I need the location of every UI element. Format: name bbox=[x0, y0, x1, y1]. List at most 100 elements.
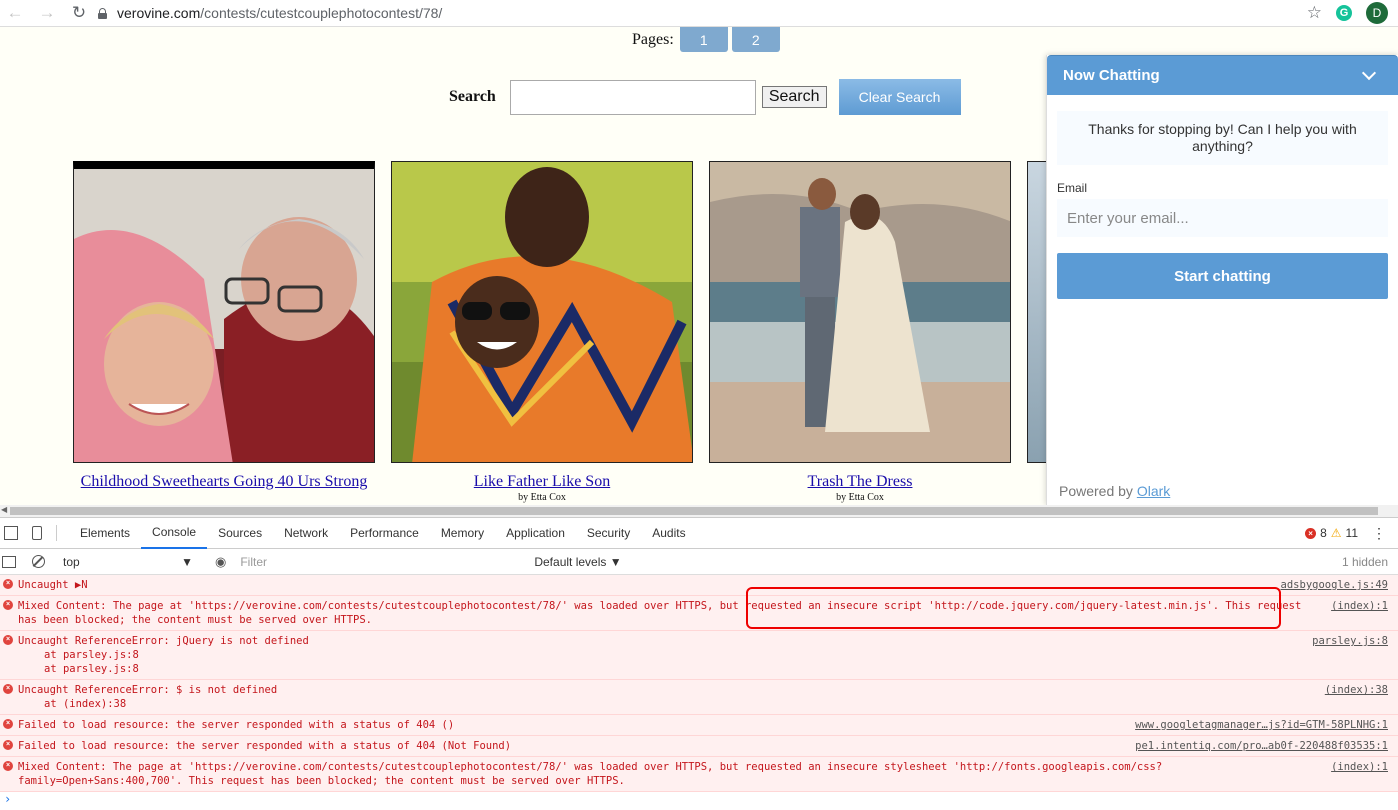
clear-console-icon[interactable] bbox=[32, 555, 45, 568]
tab-audits[interactable]: Audits bbox=[641, 518, 696, 549]
scrollbar-thumb[interactable] bbox=[10, 507, 1378, 515]
message-source-link[interactable]: (index):1 bbox=[1331, 599, 1388, 613]
photo-caption[interactable]: Childhood Sweethearts Going 40 Urs Stron… bbox=[73, 471, 375, 492]
bookmark-star-icon[interactable]: ☆ bbox=[1307, 3, 1322, 23]
photo-image[interactable] bbox=[73, 161, 375, 463]
context-selector[interactable]: top ▼ bbox=[63, 555, 193, 569]
photo-image[interactable] bbox=[709, 161, 1011, 463]
log-levels-dropdown[interactable]: Default levels ▼ bbox=[534, 555, 621, 569]
error-icon: × bbox=[3, 761, 13, 771]
error-icon: × bbox=[3, 740, 13, 750]
grammarly-extension-icon[interactable]: G bbox=[1336, 5, 1352, 21]
message-text: Mixed Content: The page at 'https://vero… bbox=[18, 600, 1302, 626]
devtools-panel: Elements Console Sources Network Perform… bbox=[0, 517, 1398, 806]
chevron-down-icon[interactable] bbox=[1361, 65, 1377, 80]
hidden-count: 1 hidden bbox=[1341, 554, 1388, 569]
sidebar-toggle-icon[interactable] bbox=[2, 555, 16, 568]
back-arrow-icon[interactable]: ← bbox=[4, 2, 26, 24]
tab-security[interactable]: Security bbox=[576, 518, 641, 549]
divider bbox=[56, 525, 57, 541]
device-toolbar-icon[interactable] bbox=[32, 526, 42, 540]
photo-card-partial bbox=[1027, 161, 1047, 463]
tab-application[interactable]: Application bbox=[495, 518, 576, 549]
console-message[interactable]: × Mixed Content: The page at 'https://ve… bbox=[0, 757, 1398, 792]
tab-sources[interactable]: Sources bbox=[207, 518, 273, 549]
search-row: Search Search Clear Search bbox=[449, 79, 961, 115]
message-text: Mixed Content: The page at 'https://vero… bbox=[18, 761, 1163, 787]
photo-byline: by Etta Cox bbox=[836, 492, 884, 503]
stack-frame[interactable]: at (index):38 bbox=[18, 697, 1303, 711]
issue-counts[interactable]: × 8 ⚠ 11 ⋮ bbox=[1305, 525, 1386, 542]
message-source-link[interactable]: (index):1 bbox=[1331, 760, 1388, 774]
stack-frame[interactable]: at parsley.js:8 bbox=[18, 648, 1303, 662]
message-text: Uncaught ▶N bbox=[18, 579, 88, 591]
search-label: Search bbox=[449, 88, 496, 105]
search-input[interactable] bbox=[509, 79, 756, 115]
olark-link[interactable]: Olark bbox=[1137, 483, 1170, 499]
photo-image[interactable] bbox=[391, 161, 693, 463]
warning-icon: ⚠ bbox=[1330, 526, 1342, 540]
tab-memory[interactable]: Memory bbox=[430, 518, 495, 549]
chat-email-input[interactable]: Enter your email... bbox=[1057, 199, 1388, 237]
reload-icon[interactable]: ↻ bbox=[68, 2, 90, 24]
page-button-1[interactable]: 1 bbox=[679, 27, 728, 52]
photo-card: Childhood Sweethearts Going 40 Urs Stron… bbox=[73, 161, 375, 492]
message-text: Uncaught ReferenceError: $ is not define… bbox=[18, 684, 278, 696]
message-source-link[interactable]: adsbygoogle.js:49 bbox=[1281, 578, 1388, 592]
photo-card: Like Father Like Son by Etta Cox bbox=[391, 161, 693, 503]
console-message[interactable]: × Uncaught ReferenceError: $ is not defi… bbox=[0, 680, 1398, 715]
url-host: verovine.com bbox=[117, 5, 201, 21]
console-message[interactable]: × Uncaught ▶N adsbygoogle.js:49 bbox=[0, 575, 1398, 596]
warning-count: 11 bbox=[1345, 526, 1358, 540]
lock-icon bbox=[98, 7, 107, 19]
devtools-tab-bar: Elements Console Sources Network Perform… bbox=[0, 518, 1398, 549]
filter-input[interactable]: Filter bbox=[240, 555, 520, 569]
console-message[interactable]: × Mixed Content: The page at 'https://ve… bbox=[0, 596, 1398, 631]
address-bar[interactable]: verovine.com/contests/cutestcouplephotoc… bbox=[98, 5, 1307, 21]
profile-avatar[interactable]: D bbox=[1366, 2, 1388, 24]
console-message[interactable]: × Failed to load resource: the server re… bbox=[0, 715, 1398, 736]
powered-by-label: Powered by bbox=[1059, 483, 1133, 499]
message-source-link[interactable]: www.googletagmanager…js?id=GTM-58PLNHG:1 bbox=[1135, 718, 1388, 732]
error-icon: × bbox=[3, 600, 13, 610]
tab-elements[interactable]: Elements bbox=[69, 518, 141, 549]
photo-image[interactable] bbox=[1027, 161, 1047, 463]
console-prompt[interactable]: › bbox=[0, 792, 1398, 810]
clear-search-button[interactable]: Clear Search bbox=[838, 79, 961, 115]
message-source-link[interactable]: pe1.intentiq.com/pro…ab0f-220488f03535:1 bbox=[1135, 739, 1388, 753]
more-options-icon[interactable]: ⋮ bbox=[1372, 525, 1386, 542]
console-message[interactable]: × Uncaught ReferenceError: jQuery is not… bbox=[0, 631, 1398, 680]
message-source-link[interactable]: (index):38 bbox=[1325, 683, 1388, 697]
page-button-2[interactable]: 2 bbox=[731, 27, 780, 52]
console-message[interactable]: × Failed to load resource: the server re… bbox=[0, 736, 1398, 757]
search-button[interactable]: Search bbox=[761, 86, 827, 108]
photo-caption[interactable]: Like Father Like Son bbox=[391, 471, 693, 492]
eye-icon[interactable]: ◉ bbox=[215, 554, 226, 570]
pages-label: Pages: bbox=[632, 30, 674, 48]
tab-network[interactable]: Network bbox=[273, 518, 339, 549]
url-path: /contests/cutestcouplephotocontest/78/ bbox=[200, 5, 443, 21]
error-icon: × bbox=[3, 635, 13, 645]
message-source-link[interactable]: parsley.js:8 bbox=[1312, 634, 1388, 648]
forward-arrow-icon[interactable]: → bbox=[36, 2, 58, 24]
chat-powered-by: Powered by Olark bbox=[1059, 483, 1170, 499]
chat-widget: Now Chatting Thanks for stopping by! Can… bbox=[1046, 55, 1398, 505]
inspect-element-icon[interactable] bbox=[4, 526, 18, 540]
message-text: Failed to load resource: the server resp… bbox=[18, 719, 455, 731]
error-icon: × bbox=[3, 579, 13, 589]
horizontal-scrollbar[interactable]: ◀ bbox=[0, 505, 1398, 517]
tab-performance[interactable]: Performance bbox=[339, 518, 430, 549]
error-icon: × bbox=[1305, 527, 1317, 539]
context-value: top bbox=[63, 554, 80, 569]
error-count: 8 bbox=[1320, 526, 1327, 540]
chat-header[interactable]: Now Chatting bbox=[1047, 55, 1398, 95]
tab-console[interactable]: Console bbox=[141, 518, 208, 549]
error-icon: × bbox=[3, 684, 13, 694]
photo-caption[interactable]: Trash The Dress bbox=[709, 471, 1011, 492]
stack-frame[interactable]: at parsley.js:8 bbox=[18, 662, 1303, 676]
start-chatting-button[interactable]: Start chatting bbox=[1057, 253, 1388, 299]
browser-toolbar: ← → ↻ verovine.com/contests/cutestcouple… bbox=[0, 0, 1398, 27]
scroll-left-icon[interactable]: ◀ bbox=[1, 505, 7, 514]
dropdown-arrow-icon: ▼ bbox=[181, 554, 193, 569]
message-text: Failed to load resource: the server resp… bbox=[18, 740, 512, 752]
